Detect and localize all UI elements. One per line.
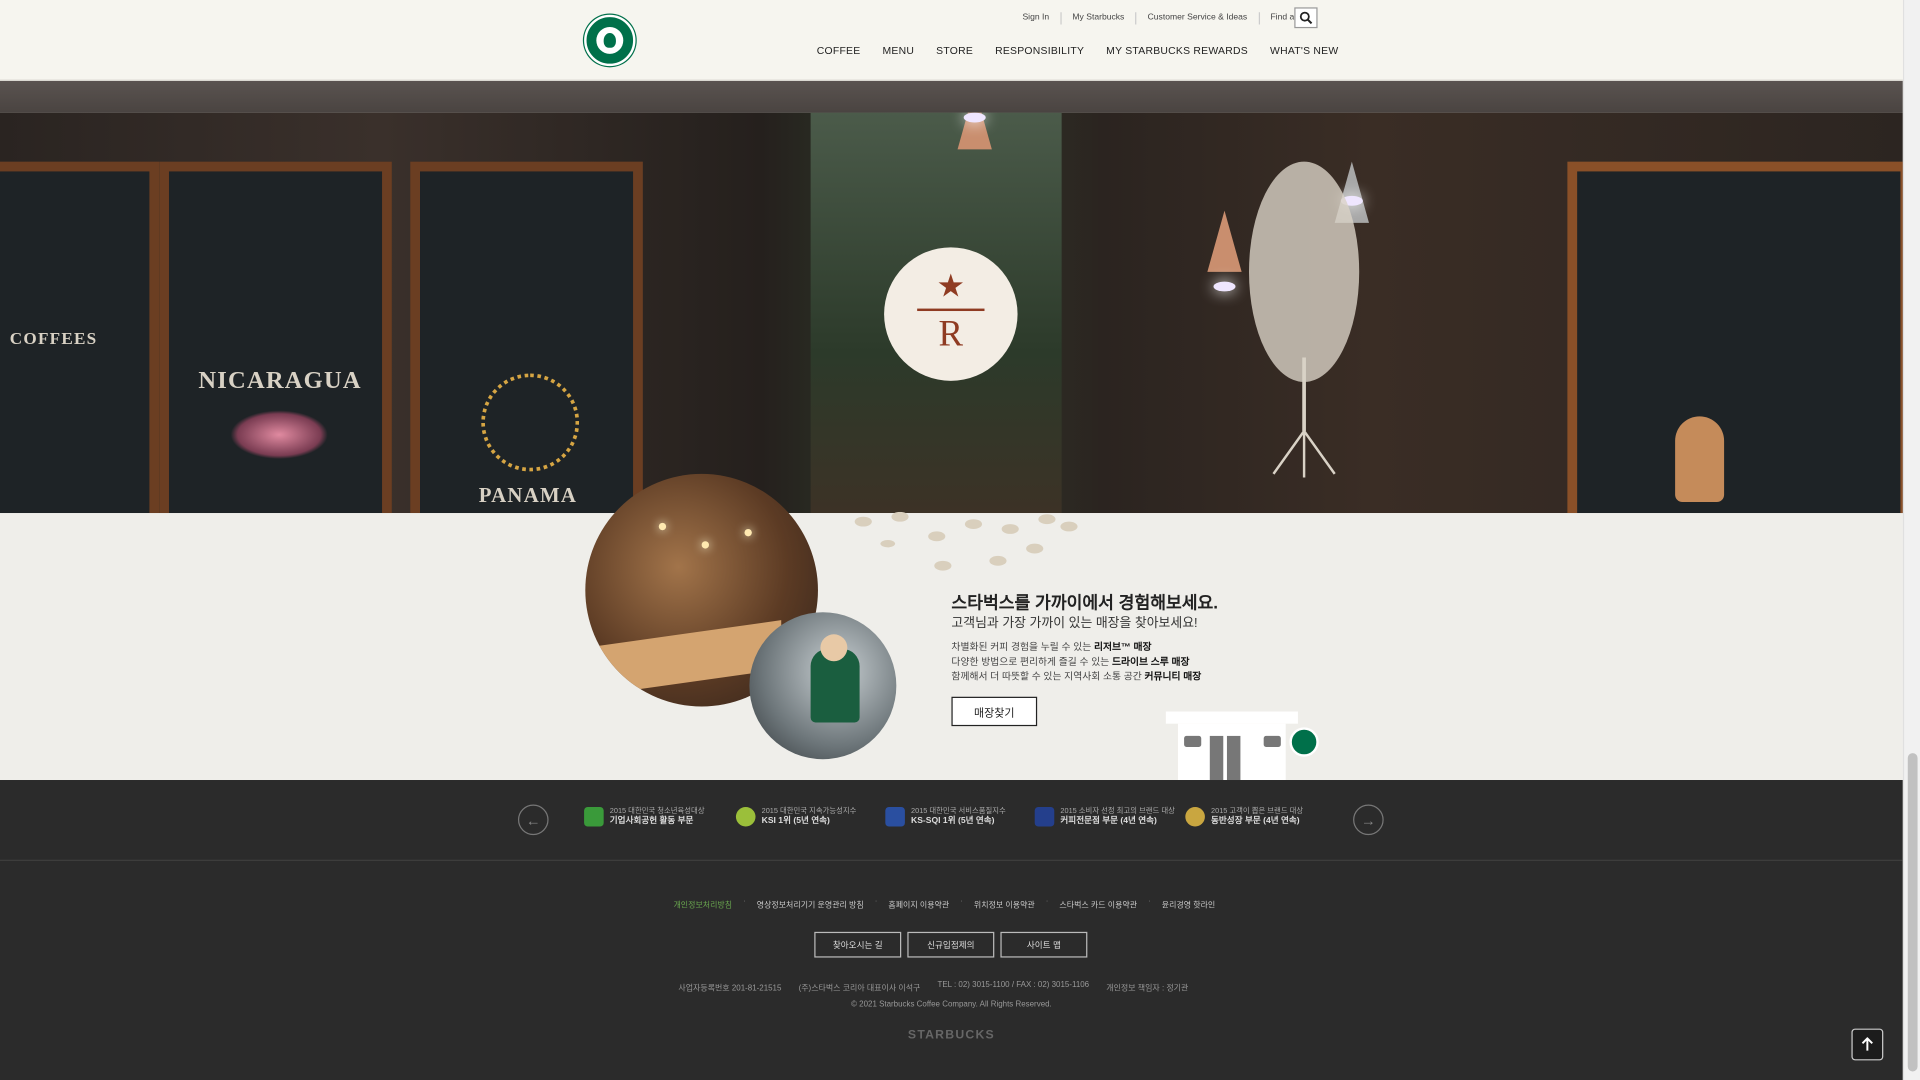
site-header: Sign In My Starbucks Customer Service & …	[0, 0, 1903, 81]
terms-link[interactable]: 홈페이지 이용약관	[888, 898, 949, 910]
awards-next-button[interactable]: →	[1353, 804, 1384, 836]
texture-strip	[0, 80, 1903, 113]
search-button[interactable]	[1294, 7, 1318, 29]
sitemap-button[interactable]: 사이트 맵	[1000, 931, 1088, 958]
drive-thru-illustration	[1165, 711, 1298, 781]
award-icon	[1034, 806, 1055, 827]
location-terms-link[interactable]: 위치정보 이용약관	[974, 898, 1035, 910]
community-store-line: 함께해서 더 따뜻할 수 있는 지역사회 소통 공간 커뮤니티 매장	[951, 671, 1202, 683]
customer-service-link[interactable]: Customer Service & Ideas	[1137, 12, 1260, 25]
directions-button[interactable]: 찾아오시는 길	[814, 931, 902, 958]
award-item[interactable]: 2015 고객이 뽑은 브랜드 대상 동반성장 부문 (4년 연속)	[1185, 806, 1303, 827]
arrow-left-icon: ←	[525, 811, 541, 829]
menu-board-frappuccino	[1567, 161, 1903, 514]
search-icon	[1299, 11, 1313, 25]
new-store-proposal-button[interactable]: 신규입점제의	[907, 931, 995, 958]
coffee-tree-drawing	[1248, 161, 1360, 478]
business-info: 사업자등록번호 201-81-21515 (주)스타벅스 코리아 대표이사 이석…	[678, 980, 1189, 994]
arrow-right-icon: →	[1361, 811, 1376, 829]
privacy-policy-link[interactable]: 개인정보처리방침	[673, 898, 732, 910]
nav-rewards[interactable]: MY STARBUCKS REWARDS	[1106, 44, 1248, 56]
drive-thru-barista-photo	[749, 612, 897, 760]
scroll-to-top-button[interactable]	[1851, 1028, 1884, 1061]
nav-whats-new[interactable]: WHAT'S NEW	[1270, 44, 1338, 56]
ethics-hotline-link[interactable]: 윤리경영 핫라인	[1162, 898, 1215, 910]
award-item[interactable]: 2015 대한민국 지속가능성지수 KSI 1위 (5년 연속)	[735, 806, 856, 827]
store-subtitle: 고객님과 가장 가까이 있는 매장을 찾아보세요!	[951, 615, 1198, 631]
reserve-badge: ★ R	[884, 247, 1018, 381]
cctv-policy-link[interactable]: 영상정보처리기기 운영관리 방침	[757, 898, 864, 910]
starbucks-wordmark: STARBUCKS	[907, 1028, 995, 1043]
coffee-beans-decoration	[854, 511, 1078, 571]
footer-buttons: 찾아오시는 길 신규입점제의 사이트 맵	[814, 931, 1093, 958]
arrow-up-icon	[1861, 1037, 1873, 1051]
nav-responsibility[interactable]: RESPONSIBILITY	[995, 44, 1084, 56]
award-item[interactable]: 2015 소비자 선정 최고의 브랜드 대상 커피전문점 부문 (4년 연속)	[1034, 806, 1175, 827]
menu-board-nicaragua: NICARAGUA	[159, 161, 392, 514]
policy-links: 개인정보처리방침 · 영상정보처리기기 운영관리 방침 · 홈페이지 이용약관 · 위…	[673, 897, 1216, 910]
store-title: 스타벅스를 가까이에서 경험해보세요.	[951, 592, 1219, 613]
award-icon	[885, 806, 905, 827]
store-feature-list: 차별화된 커피 경험을 누릴 수 있는 리저브™ 매장 다양한 방법으로 편리하…	[951, 640, 1201, 684]
drive-thru-store-line: 다양한 방법으로 편리하게 즐길 수 있는 드라이브 스루 매장	[951, 656, 1190, 668]
reserve-hero-image: COFFEES NICARAGUA PANAMA ★ R	[0, 112, 1903, 514]
lamp-light	[1213, 281, 1236, 292]
my-starbucks-link[interactable]: My Starbucks	[1061, 12, 1137, 25]
nav-store[interactable]: STORE	[936, 44, 973, 56]
starbucks-logo[interactable]	[584, 14, 636, 67]
card-terms-link[interactable]: 스타벅스 카드 이용약관	[1059, 898, 1137, 910]
award-icon	[584, 806, 604, 827]
menu-board-panama: PANAMA	[410, 161, 643, 514]
page-scrollbar[interactable]	[1902, 0, 1920, 1080]
lamp-light	[963, 112, 986, 123]
award-icon	[735, 806, 756, 827]
awards-banner: ← 2015 대한민국 청소년육성대상 기업사회공헌 활동 부문 2015 대한민…	[0, 780, 1903, 861]
green-dot	[1289, 727, 1319, 757]
awards-prev-button[interactable]: ←	[517, 804, 549, 836]
reserve-store-line: 차별화된 커피 경험을 누릴 수 있는 리저브™ 매장	[951, 641, 1152, 653]
scrollbar-thumb[interactable]	[1907, 753, 1918, 1072]
main-nav: COFFEE MENU STORE RESPONSIBILITY MY STAR…	[817, 44, 1361, 56]
find-store-button[interactable]: 매장찾기	[951, 696, 1038, 727]
award-icon	[1185, 806, 1205, 827]
nav-coffee[interactable]: COFFEE	[817, 44, 861, 56]
sign-in-link[interactable]: Sign In	[1022, 12, 1062, 25]
site-footer: 개인정보처리방침 · 영상정보처리기기 운영관리 방침 · 홈페이지 이용약관 · 위…	[0, 860, 1903, 1080]
utility-links: Sign In My Starbucks Customer Service & …	[1022, 12, 1328, 25]
award-item[interactable]: 2015 대한민국 서비스품질지수 KS-SQI 1위 (5년 연속)	[885, 806, 1006, 827]
nav-menu[interactable]: MENU	[882, 44, 914, 56]
award-item[interactable]: 2015 대한민국 청소년육성대상 기업사회공헌 활동 부문	[584, 806, 705, 827]
reserve-letter: R	[938, 313, 964, 354]
copyright: © 2021 Starbucks Coffee Company. All Rig…	[851, 1000, 1052, 1009]
menu-board-left: COFFEES	[0, 161, 160, 514]
star-icon: ★	[936, 266, 966, 304]
